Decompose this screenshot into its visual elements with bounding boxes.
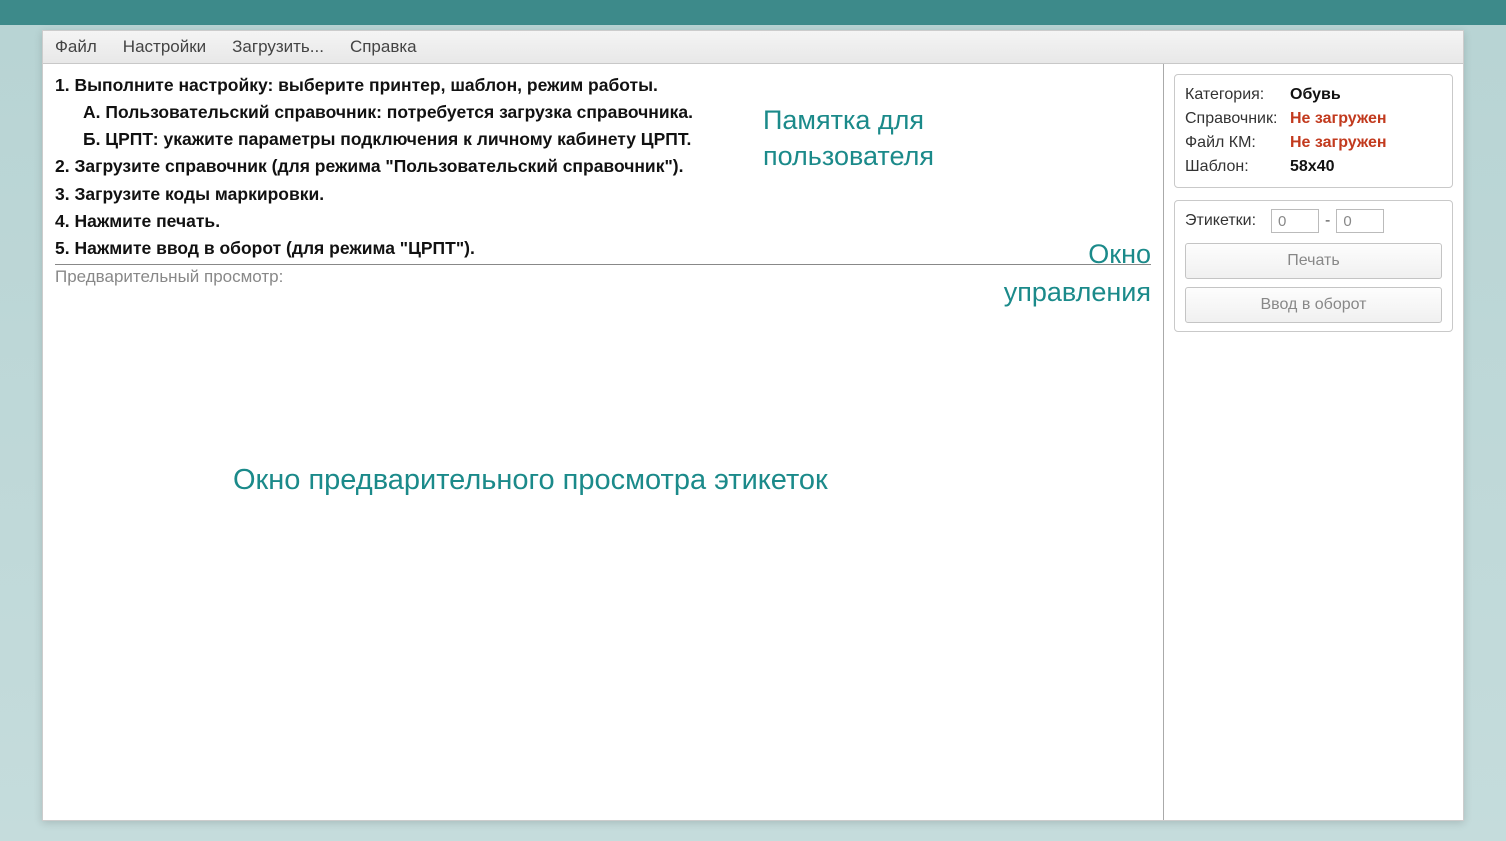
instruction-line: 3. Загрузите коды маркировки. bbox=[55, 181, 765, 208]
info-box: Категория: Обувь Справочник: Не загружен… bbox=[1174, 74, 1453, 188]
annotation-preview: Окно предварительного просмотра этикеток bbox=[233, 464, 828, 497]
annotation-control: Окно управления bbox=[1004, 236, 1151, 312]
control-box: Этикетки: - Печать Ввод в оборот bbox=[1174, 200, 1453, 332]
labels-from-input[interactable] bbox=[1271, 209, 1319, 233]
instruction-line: 2. Загрузите справочник (для режима "Пол… bbox=[55, 153, 765, 180]
preview-label: Предварительный просмотр: bbox=[55, 264, 1151, 287]
annotation-text: управления bbox=[1004, 274, 1151, 312]
circulate-button[interactable]: Ввод в оборот bbox=[1185, 287, 1442, 323]
info-key: Категория: bbox=[1185, 83, 1290, 107]
annotation-memo: Памятка для пользователя bbox=[763, 102, 934, 175]
annotation-text: Памятка для bbox=[763, 102, 934, 138]
print-button[interactable]: Печать bbox=[1185, 243, 1442, 279]
info-value: Обувь bbox=[1290, 83, 1341, 107]
info-key: Файл КМ: bbox=[1185, 131, 1290, 155]
labels-to-input[interactable] bbox=[1336, 209, 1384, 233]
info-row-category: Категория: Обувь bbox=[1185, 83, 1442, 107]
info-value: Не загружен bbox=[1290, 131, 1387, 155]
annotation-text: Окно bbox=[1004, 236, 1151, 274]
right-pane: Категория: Обувь Справочник: Не загружен… bbox=[1163, 64, 1463, 820]
instructions-block: 1. Выполните настройку: выберите принтер… bbox=[55, 72, 765, 262]
menu-settings[interactable]: Настройки bbox=[119, 35, 210, 59]
menu-help[interactable]: Справка bbox=[346, 35, 421, 59]
left-pane: 1. Выполните настройку: выберите принтер… bbox=[43, 64, 1163, 820]
labels-row: Этикетки: - bbox=[1185, 209, 1442, 233]
menubar: Файл Настройки Загрузить... Справка bbox=[43, 31, 1463, 64]
menu-file[interactable]: Файл bbox=[51, 35, 101, 59]
content-area: 1. Выполните настройку: выберите принтер… bbox=[43, 64, 1463, 820]
instruction-line: 5. Нажмите ввод в оборот (для режима "ЦР… bbox=[55, 235, 765, 262]
instruction-line: 1. Выполните настройку: выберите принтер… bbox=[55, 72, 765, 99]
info-row-template: Шаблон: 58x40 bbox=[1185, 155, 1442, 179]
info-key: Справочник: bbox=[1185, 107, 1290, 131]
annotation-text: пользователя bbox=[763, 138, 934, 174]
info-key: Шаблон: bbox=[1185, 155, 1290, 179]
info-value: Не загружен bbox=[1290, 107, 1387, 131]
instruction-line: А. Пользовательский справочник: потребуе… bbox=[55, 99, 765, 126]
info-row-reference: Справочник: Не загружен bbox=[1185, 107, 1442, 131]
instruction-line: Б. ЦРПТ: укажите параметры подключения к… bbox=[55, 126, 765, 153]
dash-separator: - bbox=[1325, 212, 1330, 230]
menu-load[interactable]: Загрузить... bbox=[228, 35, 328, 59]
labels-title: Этикетки: bbox=[1185, 212, 1265, 230]
instruction-line: 4. Нажмите печать. bbox=[55, 208, 765, 235]
info-row-km: Файл КМ: Не загружен bbox=[1185, 131, 1442, 155]
info-value: 58x40 bbox=[1290, 155, 1335, 179]
app-window: Файл Настройки Загрузить... Справка 1. В… bbox=[42, 30, 1464, 821]
